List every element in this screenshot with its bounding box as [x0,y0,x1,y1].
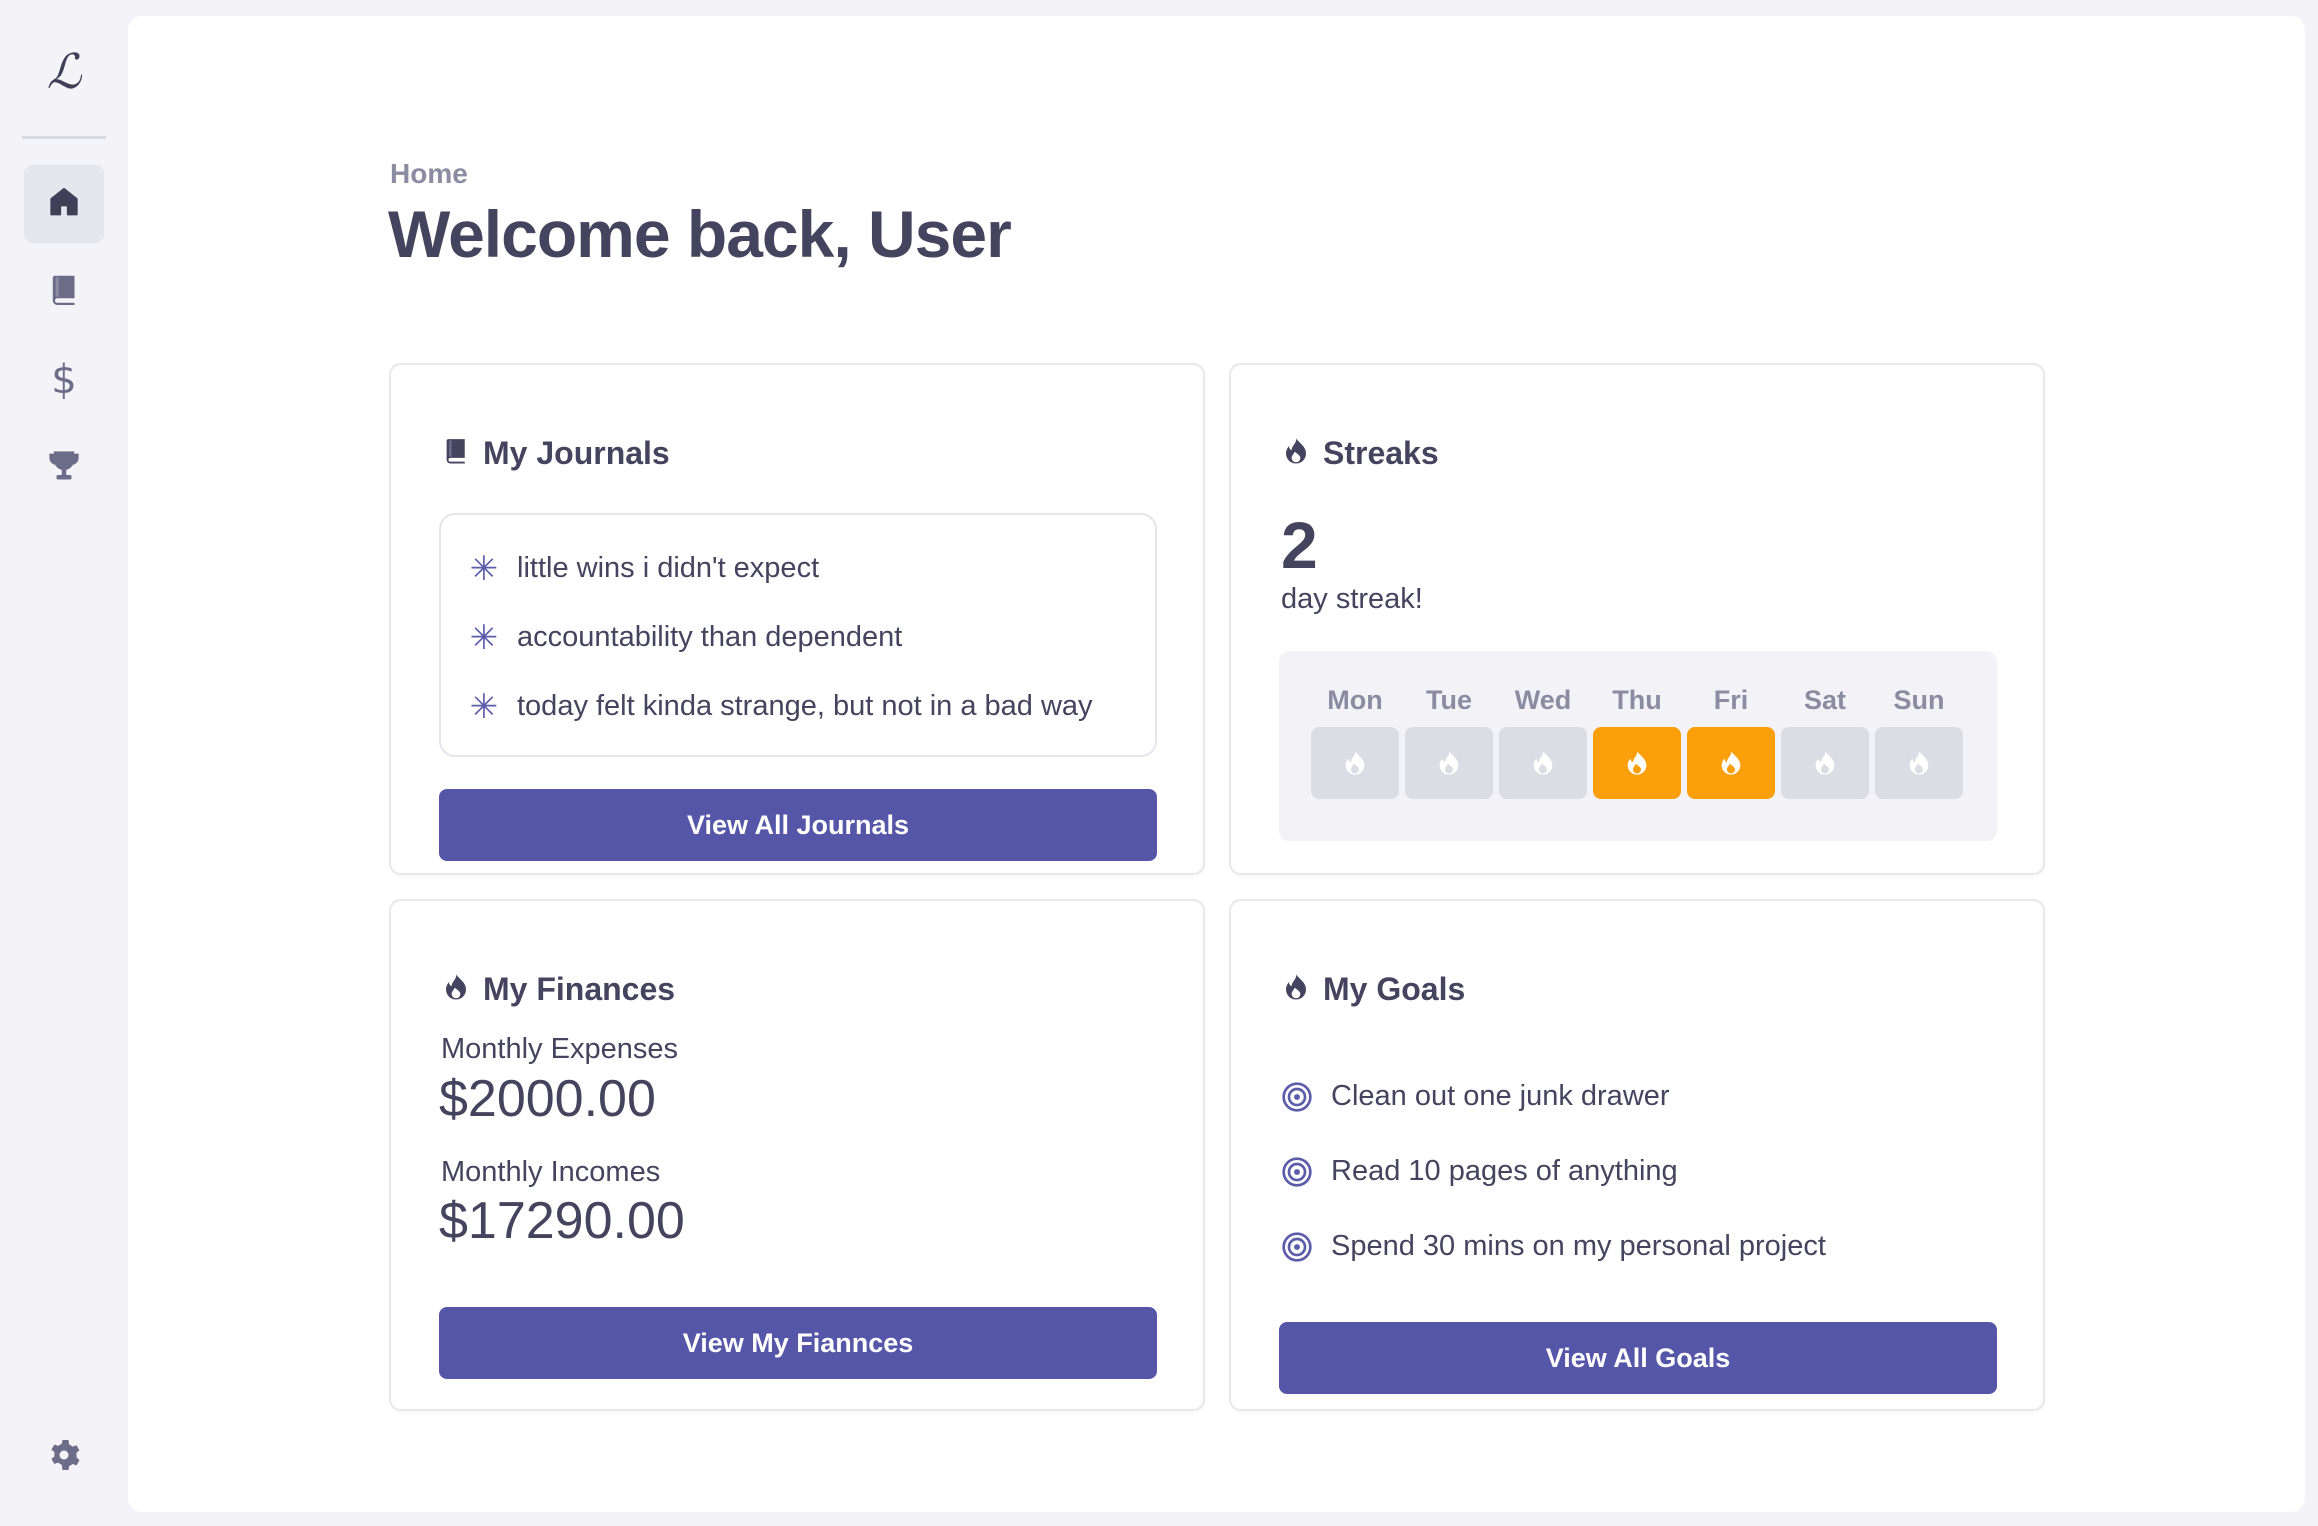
finances-card: My Finances Monthly Expenses $2000.00 Mo… [389,899,1205,1411]
day-label: Mon [1327,685,1383,715]
journal-entry-title: today felt kinda strange, but not in a b… [517,690,1093,722]
streak-day-thu: Thu [1593,685,1681,799]
goal-item-label: Clean out one junk drawer [1331,1080,1670,1112]
day-cell-active [1687,727,1775,799]
home-icon [46,184,82,225]
journal-entry[interactable]: ✳ today felt kinda strange, but not in a… [469,669,1155,744]
finances-card-title: My Finances [483,971,676,1007]
main-panel: Home Welcome back, User My Journals ✳ li… [128,16,2305,1512]
trophy-icon [46,448,82,489]
sidebar-item-settings[interactable] [24,1418,104,1496]
monthly-expenses-value: $2000.00 [439,1070,656,1128]
dollar-icon: $ [51,357,77,403]
view-all-goals-button[interactable]: View All Goals [1279,1322,1997,1394]
flame-icon [441,972,471,1007]
flame-icon [1627,751,1647,775]
sidebar-item-home[interactable] [24,165,104,243]
flame-icon [1281,972,1311,1007]
day-label: Sun [1893,685,1945,715]
page-title: Welcome back, User [388,197,1012,271]
streak-day-wed: Wed [1499,685,1587,799]
journal-entry[interactable]: ✳ little wins i didn't expect [469,531,1155,606]
target-icon [1282,1231,1312,1262]
journals-card-header: My Journals [441,435,670,472]
flame-icon [1909,751,1929,775]
goal-item[interactable]: Clean out one junk drawer [1281,1059,1826,1134]
flame-icon [1345,751,1365,775]
flame-icon [1721,751,1741,775]
goals-card-header: My Goals [1281,971,1465,1008]
day-label: Wed [1514,685,1572,715]
streak-week: Mon Tue Wed Thu Fri Sat Sun [1279,651,1997,841]
sidebar-item-finances[interactable]: $ [24,341,104,419]
day-cell [1311,727,1399,799]
day-label: Sat [1803,685,1847,715]
streak-day-sun: Sun [1875,685,1963,799]
view-all-journals-button[interactable]: View All Journals [439,789,1157,861]
goals-card-title: My Goals [1323,971,1466,1007]
app: ℒ $ Home Welcome back, User My Journals … [0,0,2318,1526]
journal-entry-title: accountability than dependent [517,621,903,653]
gear-icon [46,1437,82,1478]
monthly-incomes-value: $17290.00 [439,1192,685,1250]
book-icon [46,272,82,313]
streaks-card-header: Streaks [1281,435,1439,472]
streaks-card: Streaks 2 day streak! Mon Tue Wed Thu Fr… [1229,363,2045,875]
flame-icon [1281,436,1311,471]
flame-icon [1439,751,1459,775]
streak-day-sat: Sat [1781,685,1869,799]
streak-day-mon: Mon [1311,685,1399,799]
day-label: Thu [1612,685,1662,715]
streak-label: day streak! [1281,583,1423,615]
day-cell-active [1593,727,1681,799]
sidebar-divider [22,136,106,139]
day-cell [1875,727,1963,799]
goal-item[interactable]: Spend 30 mins on my personal project [1281,1209,1826,1284]
goal-item-label: Read 10 pages of anything [1331,1155,1678,1187]
day-cell [1781,727,1869,799]
asterisk-icon: ✳ [469,549,499,588]
view-finances-button[interactable]: View My Fiannces [439,1307,1157,1379]
streaks-card-title: Streaks [1323,435,1439,471]
streak-day-tue: Tue [1405,685,1493,799]
day-cell [1499,727,1587,799]
goals-card: My Goals Clean out one junk drawer Read … [1229,899,2045,1411]
journals-card-title: My Journals [483,435,670,471]
flame-icon [1815,751,1835,775]
day-label: Fri [1713,685,1749,715]
flame-icon [1533,751,1553,775]
day-label: Tue [1426,685,1472,715]
target-icon [1282,1156,1312,1187]
app-logo[interactable]: ℒ [22,34,106,110]
finances-card-header: My Finances [441,971,675,1008]
journals-card: My Journals ✳ little wins i didn't expec… [389,363,1205,875]
day-cell [1405,727,1493,799]
breadcrumb[interactable]: Home [390,158,468,190]
goal-list: Clean out one junk drawer Read 10 pages … [1281,1059,1826,1284]
book-icon [441,436,471,471]
journal-list: ✳ little wins i didn't expect ✳ accounta… [439,513,1157,757]
sidebar: ℒ $ [0,0,128,1526]
sidebar-item-journals[interactable] [24,253,104,331]
goal-item[interactable]: Read 10 pages of anything [1281,1134,1826,1209]
asterisk-icon: ✳ [469,618,499,657]
sidebar-item-goals[interactable] [24,429,104,507]
streak-day-fri: Fri [1687,685,1775,799]
journal-entry[interactable]: ✳ accountability than dependent [469,600,1155,675]
asterisk-icon: ✳ [469,687,499,726]
monthly-incomes-label: Monthly Incomes [441,1156,661,1188]
monthly-expenses-label: Monthly Expenses [441,1033,678,1065]
target-icon [1282,1081,1312,1112]
streak-count: 2 [1281,508,1318,582]
goal-item-label: Spend 30 mins on my personal project [1331,1230,1826,1262]
journal-entry-title: little wins i didn't expect [517,552,820,584]
